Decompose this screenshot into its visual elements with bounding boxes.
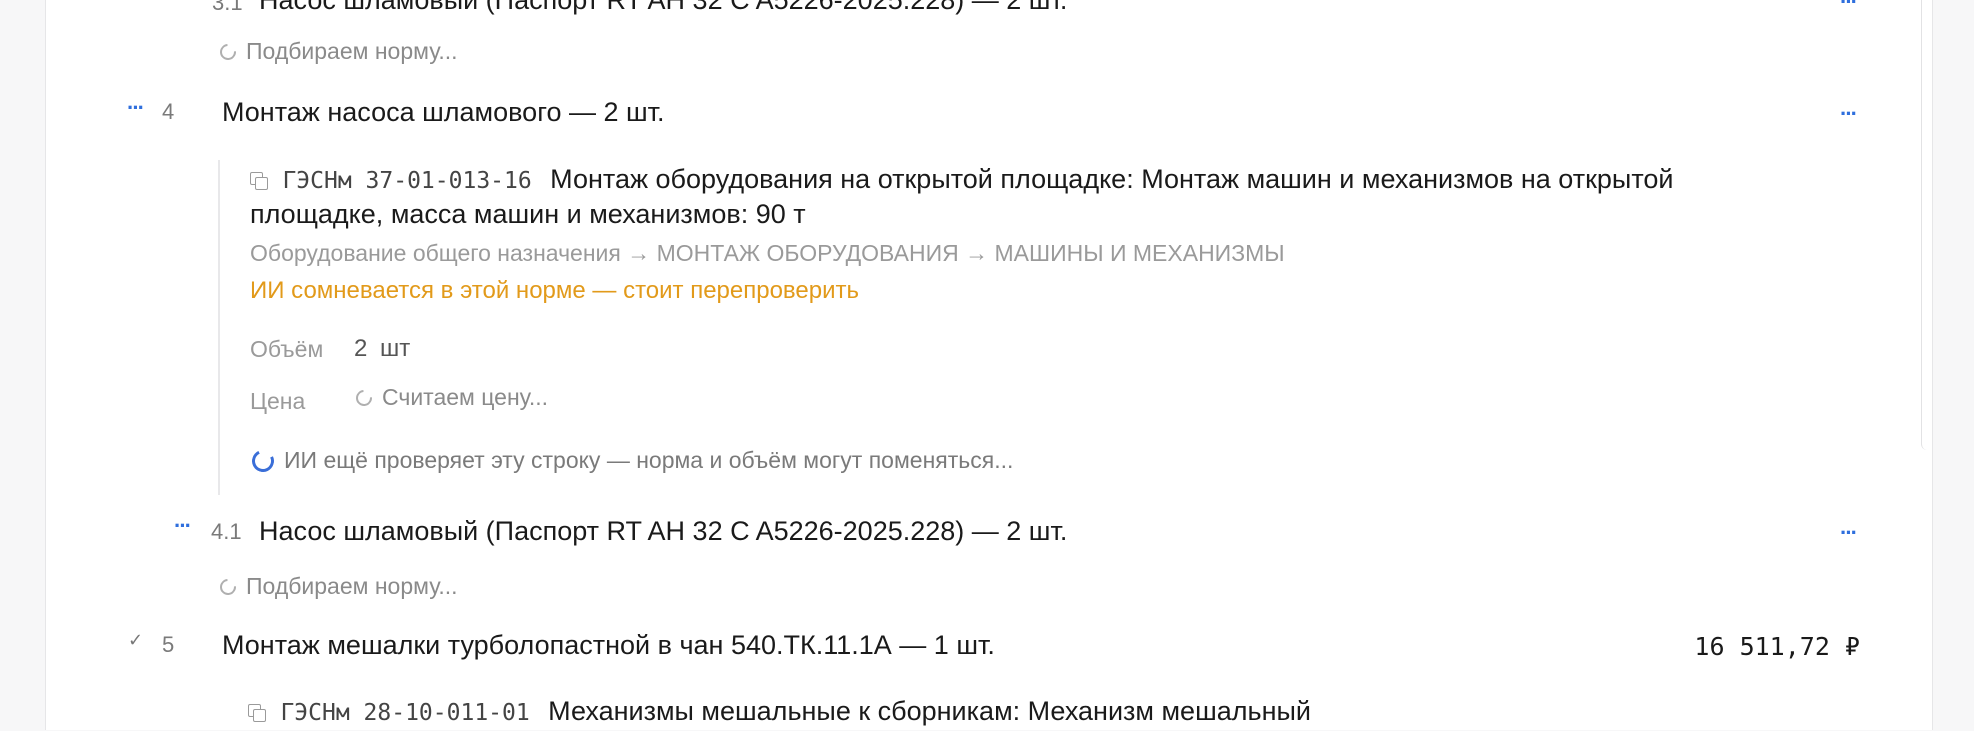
row-title[interactable]: Насос шламовый (Паспорт RT AH 32 C A5226… [259,516,1067,547]
volume-value[interactable]: 2 [354,335,367,363]
row-title[interactable]: Монтаж насоса шламового — 2 шт. [222,97,665,128]
loading-spinner-icon [216,40,240,63]
row-number: 4.1 [211,519,242,544]
copy-icon[interactable] [250,172,268,190]
copy-icon[interactable] [248,704,266,722]
row-drag-handle-icon[interactable]: ··· [127,97,145,119]
row-price: 16 511,72 ₽ [1694,632,1860,661]
ai-status-text: ИИ ещё проверяет эту строку — норма и об… [284,447,1014,473]
norm-title-line2: площадке, масса машин и механизмов: 90 т [250,199,806,229]
norm-breadcrumb: Оборудование общего назначения → МОНТАЖ … [250,240,1285,266]
row-number: 5 [162,632,175,657]
row-menu-icon[interactable]: ··· [1840,103,1858,125]
norm-detail-block: ГЭСНм 37-01-013-16 Монтаж оборудования н… [218,160,1880,495]
norm-code[interactable]: ГЭСНм 28-10-011-01 [280,700,529,726]
price-label: Цена [250,388,306,414]
price-status-text: Считаем цену... [382,384,549,410]
row-title[interactable]: Монтаж мешалки турболопастной в чан 540.… [222,630,995,661]
ai-warning: ИИ сомневается в этой норме — стоит пере… [250,277,860,304]
loading-spinner-icon [248,446,278,475]
price-status: Считаем цену... [352,384,549,411]
scrollbar-track[interactable] [1921,0,1932,450]
norm-search-status: Подбираем норму... [216,38,458,65]
norm-search-status: Подбираем норму... [216,573,458,600]
row-done-check-icon: ✓ [128,630,144,650]
row-menu-icon[interactable]: ··· [1840,0,1858,13]
volume-label: Объём [250,336,324,362]
ai-check-status: ИИ ещё проверяет эту строку — норма и об… [248,446,1014,475]
row-drag-handle-icon[interactable]: ··· [174,515,192,537]
volume-unit: шт [380,335,411,362]
row-menu-icon[interactable]: ··· [1840,522,1858,544]
row-number: 4 [162,99,175,124]
norm-title: Механизмы мешальные к сборникам: Механиз… [548,696,1311,726]
norm-code[interactable]: ГЭСНм 37-01-013-16 [282,168,531,194]
norm-header: ГЭСНм 37-01-013-16 Монтаж оборудования н… [250,160,1674,199]
loading-spinner-icon [216,575,240,598]
status-text: Подбираем норму... [246,38,458,64]
row-title[interactable]: Насос шламовый (Паспорт RT AH 32 C A5226… [259,0,1067,16]
loading-spinner-icon [352,386,376,409]
norm-title-line1: Монтаж оборудования на открытой площадке… [550,164,1674,194]
row-number: 3.1 [212,0,243,15]
status-text: Подбираем норму... [246,573,458,599]
